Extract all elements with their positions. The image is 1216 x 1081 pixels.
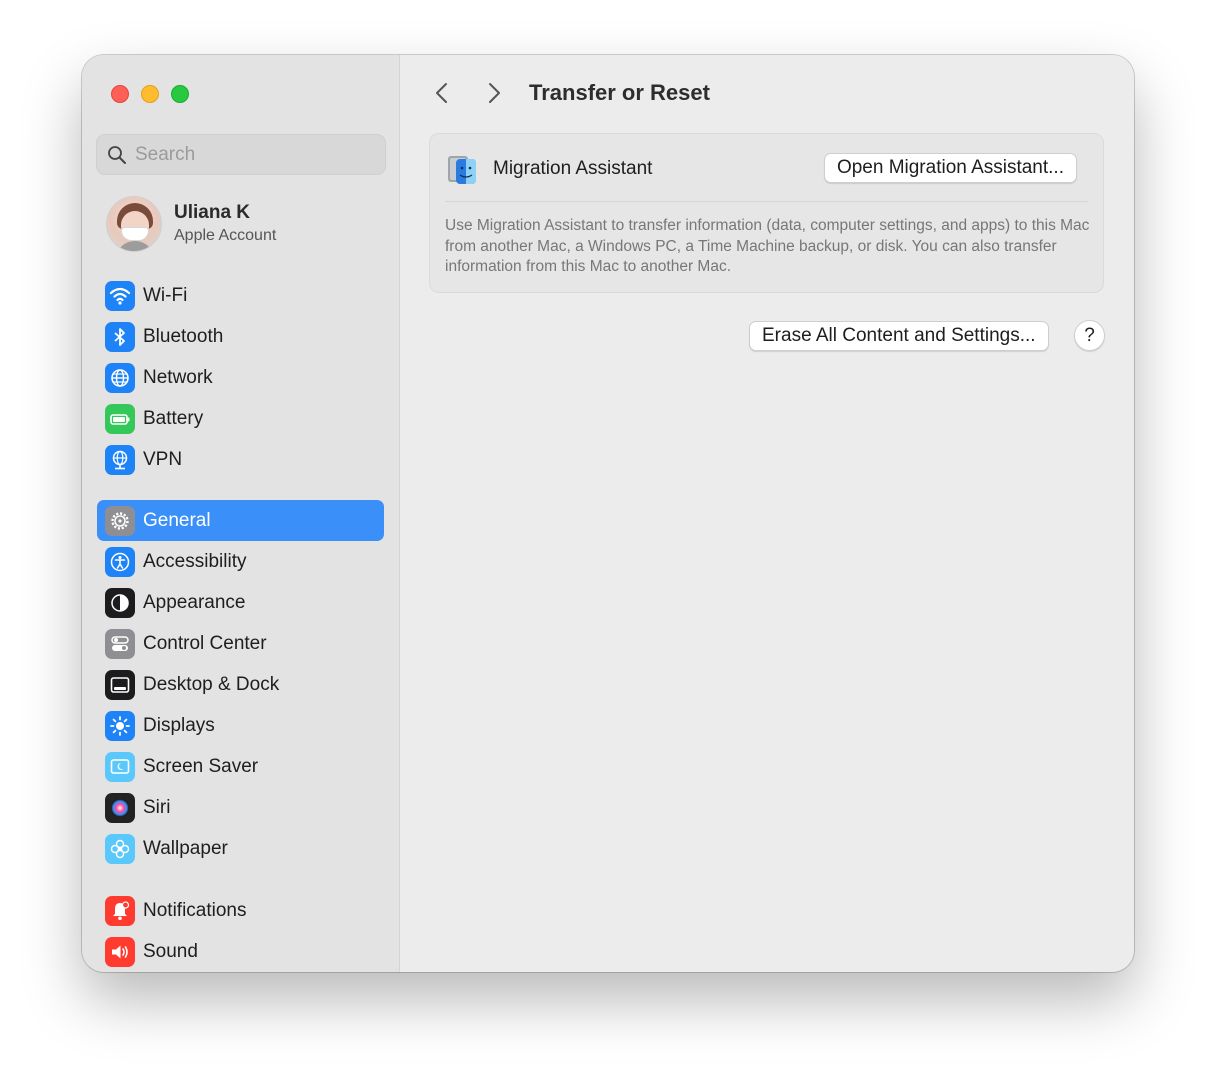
sidebar-item-label: Screen Saver bbox=[143, 755, 259, 777]
speaker-icon bbox=[105, 936, 135, 967]
sidebar-item-label: Wi-Fi bbox=[143, 284, 188, 306]
sidebar-item-label: Network bbox=[143, 366, 213, 388]
sidebar-item-label: Notifications bbox=[143, 899, 247, 921]
window-controls bbox=[111, 85, 189, 103]
page-title: Transfer or Reset bbox=[529, 80, 710, 105]
sidebar-group-connectivity: Wi-Fi Bluetooth Network Battery VPN bbox=[97, 275, 384, 480]
sidebar-item-label: Accessibility bbox=[143, 550, 247, 572]
screen-saver-icon bbox=[105, 751, 135, 782]
sidebar: Uliana K Apple Account Wi-Fi Bluetooth Net… bbox=[82, 55, 400, 972]
battery-icon bbox=[105, 403, 135, 434]
migration-description: Use Migration Assistant to transfer info… bbox=[445, 217, 1090, 275]
bell-icon bbox=[105, 895, 135, 926]
flower-icon bbox=[105, 833, 135, 864]
sun-icon bbox=[105, 710, 135, 741]
sidebar-item-wi-fi[interactable]: Wi-Fi bbox=[97, 275, 384, 316]
wifi-icon bbox=[105, 280, 135, 311]
sidebar-item-label: Displays bbox=[143, 714, 215, 736]
migration-assistant-label: Migration Assistant bbox=[493, 158, 653, 179]
help-button[interactable]: ? bbox=[1074, 320, 1105, 351]
sidebar-item-label: VPN bbox=[143, 448, 183, 470]
toolbar: Transfer or Reset bbox=[400, 73, 1134, 113]
search-input[interactable] bbox=[135, 143, 375, 166]
sidebar-item-network[interactable]: Network bbox=[97, 357, 384, 398]
chevron-right-icon bbox=[489, 83, 500, 103]
sidebar-item-vpn[interactable]: VPN bbox=[97, 439, 384, 480]
sidebar-item-label: General bbox=[143, 509, 211, 531]
sidebar-item-label: Bluetooth bbox=[143, 325, 224, 347]
sidebar-item-bluetooth[interactable]: Bluetooth bbox=[97, 316, 384, 357]
sidebar-item-notifications[interactable]: Notifications bbox=[97, 890, 384, 931]
sidebar-item-wallpaper[interactable]: Wallpaper bbox=[97, 828, 384, 869]
bluetooth-icon bbox=[105, 321, 135, 352]
sidebar-item-label: Appearance bbox=[143, 591, 246, 613]
sidebar-item-battery[interactable]: Battery bbox=[97, 398, 384, 439]
migration-assistant-icon bbox=[448, 156, 476, 184]
sidebar-item-label: Wallpaper bbox=[143, 837, 228, 859]
sidebar-item-label: Sound bbox=[143, 940, 198, 962]
apple-account[interactable]: Uliana K Apple Account bbox=[106, 196, 276, 252]
account-subtitle: Apple Account bbox=[174, 227, 277, 244]
avatar bbox=[106, 196, 162, 252]
sidebar-item-control-center[interactable]: Control Center bbox=[97, 623, 384, 664]
siri-icon bbox=[105, 792, 135, 823]
search-icon bbox=[108, 145, 126, 164]
sidebar-item-sound[interactable]: Sound bbox=[97, 931, 384, 972]
zoom-window-button[interactable] bbox=[171, 85, 189, 103]
globe-icon bbox=[105, 362, 135, 393]
sidebar-item-general[interactable]: General bbox=[97, 500, 384, 541]
dock-icon bbox=[105, 669, 135, 700]
forward-button[interactable] bbox=[480, 79, 508, 107]
migration-card: Migration Assistant Open Migration Assis… bbox=[429, 133, 1104, 293]
erase-all-content-button[interactable]: Erase All Content and Settings... bbox=[749, 321, 1049, 351]
divider bbox=[445, 201, 1088, 202]
main-pane: Transfer or Reset Migration Assistant Op… bbox=[400, 55, 1134, 972]
sidebar-group-notifications: Notifications Sound bbox=[97, 890, 384, 972]
close-window-button[interactable] bbox=[111, 85, 129, 103]
open-migration-assistant-button[interactable]: Open Migration Assistant... bbox=[823, 153, 1077, 183]
settings-window: Uliana K Apple Account Wi-Fi Bluetooth Net… bbox=[82, 55, 1134, 972]
minimize-window-button[interactable] bbox=[141, 85, 159, 103]
chevron-left-icon bbox=[436, 83, 447, 103]
sidebar-item-desktop-dock[interactable]: Desktop & Dock bbox=[97, 664, 384, 705]
account-name: Uliana K bbox=[174, 202, 251, 223]
sidebar-item-screen-saver[interactable]: Screen Saver bbox=[97, 746, 384, 787]
sidebar-item-label: Control Center bbox=[143, 632, 267, 654]
sidebar-item-label: Battery bbox=[143, 407, 204, 429]
sidebar-item-siri[interactable]: Siri bbox=[97, 787, 384, 828]
gear-icon bbox=[105, 505, 135, 536]
sidebar-item-appearance[interactable]: Appearance bbox=[97, 582, 384, 623]
control-center-icon bbox=[105, 628, 135, 659]
sidebar-group-system: General Accessibility Appearance Control Ce… bbox=[97, 500, 384, 869]
accessibility-icon bbox=[105, 546, 135, 577]
sidebar-item-label: Desktop & Dock bbox=[143, 673, 280, 695]
sidebar-item-displays[interactable]: Displays bbox=[97, 705, 384, 746]
vpn-globe-icon bbox=[105, 444, 135, 475]
sidebar-item-accessibility[interactable]: Accessibility bbox=[97, 541, 384, 582]
appearance-icon bbox=[105, 587, 135, 618]
back-button[interactable] bbox=[428, 79, 456, 107]
search-field[interactable] bbox=[96, 134, 386, 175]
sidebar-item-label: Siri bbox=[143, 796, 171, 818]
